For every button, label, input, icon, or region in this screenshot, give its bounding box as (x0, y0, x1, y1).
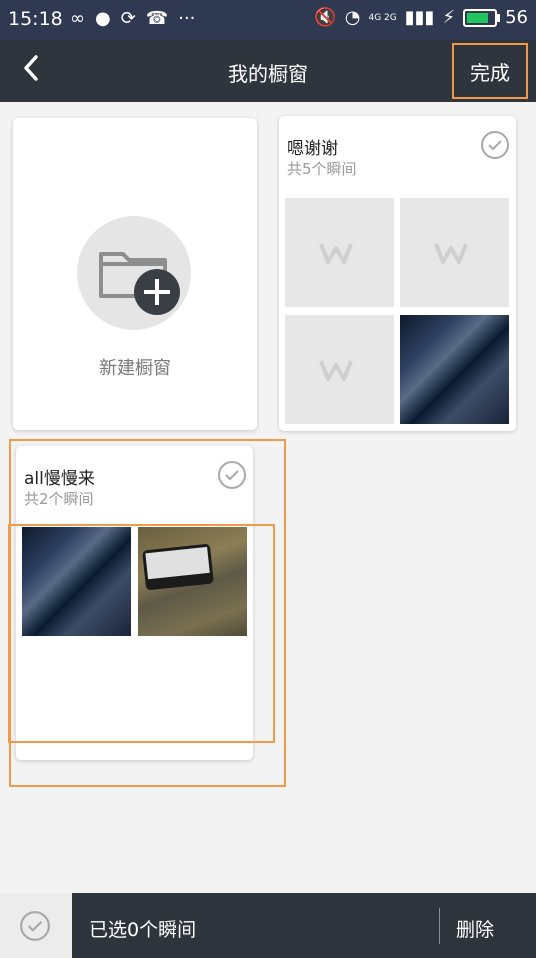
showcase-name: 嗯谢谢 (287, 139, 338, 159)
selection-bar: 已选0个瞬间 删除 (72, 893, 536, 958)
showcase-count: 共5个瞬间 (287, 160, 357, 178)
check-circle-icon[interactable] (480, 130, 510, 160)
signal-icon: ▮▮▮ (404, 7, 435, 28)
status-notifications: ∞ ● ⟳ ☎ ··· (70, 8, 195, 29)
showcase-card[interactable]: 嗯谢谢 共5个瞬间 (279, 116, 516, 431)
missed-call-icon: ☎ (145, 8, 169, 29)
battery-level: 56 (505, 7, 528, 28)
delete-button[interactable]: 删除 (456, 915, 494, 942)
selected-count: 已选0个瞬间 (89, 919, 197, 941)
highlight-box (8, 524, 275, 743)
status-time: 15:18 (8, 8, 63, 30)
logo-placeholder-icon (318, 242, 353, 264)
infinity-icon: ∞ (70, 8, 85, 29)
charging-icon: ⚡ (442, 7, 456, 28)
done-button[interactable]: 完成 (452, 43, 528, 99)
photo-thumbnail (400, 315, 509, 424)
battery-icon (463, 8, 501, 27)
new-showcase-card[interactable]: 新建橱窗 (13, 118, 257, 430)
placeholder-thumbnail (285, 315, 394, 424)
placeholder-thumbnail (285, 198, 394, 307)
new-showcase-label: 新建橱窗 (99, 358, 171, 379)
message-icon: ● (95, 8, 111, 29)
check-circle-icon[interactable] (19, 910, 51, 942)
logo-placeholder-icon (433, 242, 468, 264)
select-all-area[interactable] (0, 893, 72, 958)
status-bar: 15:18 ∞ ● ⟳ ☎ ··· 🔇 ◔ 4G 2G ▮▮▮ ⚡ 56 (0, 0, 536, 40)
add-folder-icon (77, 216, 191, 330)
top-bar: 我的橱窗 完成 (0, 40, 536, 102)
bottom-bar: 已选0个瞬间 删除 (0, 893, 536, 958)
network-label: 4G 2G (368, 12, 397, 23)
status-system-icons: 🔇 ◔ 4G 2G ▮▮▮ ⚡ 56 (314, 7, 528, 28)
placeholder-thumbnail (400, 198, 509, 307)
more-icon: ··· (178, 8, 196, 29)
sync-icon: ⟳ (120, 8, 136, 29)
logo-placeholder-icon (318, 359, 353, 381)
mute-icon: 🔇 (314, 7, 337, 28)
divider (439, 908, 440, 944)
wifi-icon: ◔ (344, 7, 361, 28)
